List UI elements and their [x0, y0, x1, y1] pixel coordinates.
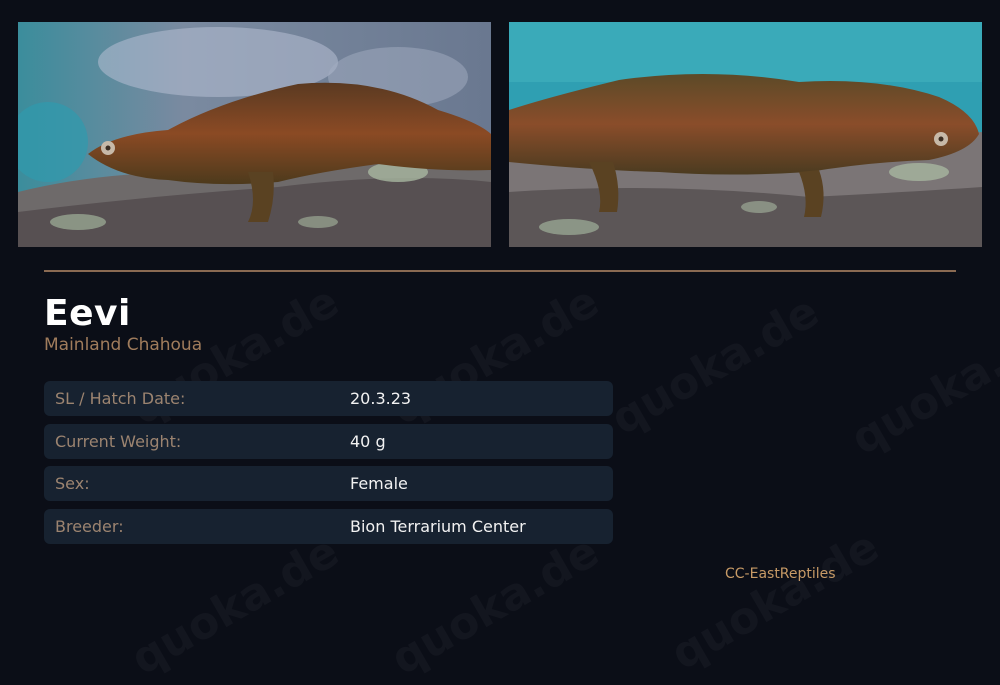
watermark-text: quoka.de — [603, 286, 828, 445]
watermark-text: quoka.de — [663, 521, 888, 680]
detail-row-sex: Sex: Female — [44, 466, 613, 501]
animal-species: Mainland Chahoua — [44, 335, 203, 355]
detail-row-hatch-date: SL / Hatch Date: 20.3.23 — [44, 381, 613, 416]
detail-row-breeder: Breeder: Bion Terrarium Center — [44, 508, 613, 544]
gecko-photo-left — [18, 22, 491, 247]
detail-value: 20.3.23 — [350, 389, 412, 408]
detail-value: Bion Terrarium Center — [350, 516, 526, 536]
detail-label: Breeder: — [55, 516, 124, 536]
watermark-text: quoka.de — [843, 306, 1000, 465]
animal-name: Eevi — [44, 293, 131, 334]
photo-credit: CC-EastReptiles — [725, 566, 836, 582]
detail-label: Current Weight: — [55, 431, 182, 451]
detail-value: 40 g — [350, 431, 386, 451]
details-table: SL / Hatch Date: 20.3.23 Current Weight:… — [44, 381, 613, 551]
detail-label: Sex: — [55, 474, 90, 493]
section-divider — [44, 270, 956, 272]
gecko-photo-right — [509, 22, 982, 247]
detail-label: SL / Hatch Date: — [55, 389, 186, 408]
detail-row-weight: Current Weight: 40 g — [44, 423, 613, 459]
detail-value: Female — [350, 474, 408, 493]
